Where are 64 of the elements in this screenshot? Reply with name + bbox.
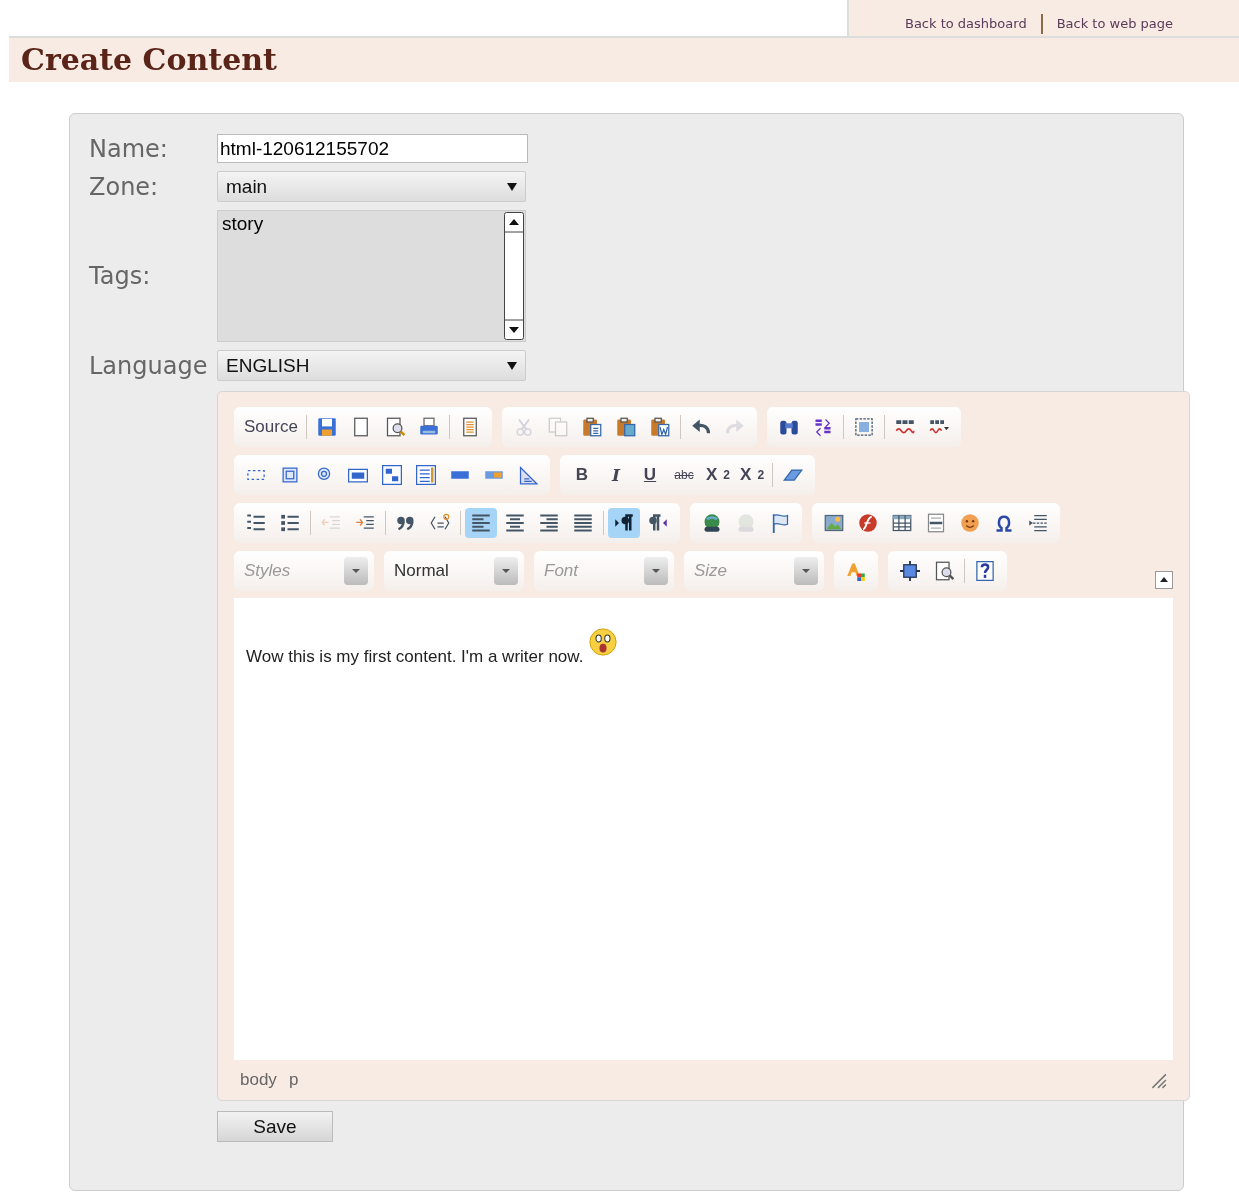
printer-icon (418, 417, 439, 437)
image-icon (824, 513, 844, 533)
bulleted-list-icon (280, 513, 300, 533)
table-icon (892, 513, 912, 533)
bold-button[interactable]: B (566, 460, 598, 490)
surprised-emoji-icon (589, 628, 618, 656)
tags-list[interactable]: story (217, 210, 526, 342)
globe-icon (702, 513, 722, 533)
editor-area[interactable]: Wow this is my first content. I'm a writer now. (234, 598, 1173, 1060)
flash-icon (858, 513, 878, 533)
align-left-button[interactable] (465, 508, 497, 538)
nav-link[interactable]: Back to web page (1040, 14, 1187, 34)
nav-link[interactable]: Back to dashboard (891, 14, 1041, 34)
page-magnifier-icon (384, 417, 405, 437)
strikethrough-button[interactable]: abc (668, 460, 700, 490)
field-label: Zone: (89, 172, 160, 201)
resize-handle-icon[interactable] (1149, 1071, 1167, 1089)
italic-button[interactable]: I (600, 460, 632, 490)
save-button[interactable]: Save (217, 1111, 333, 1142)
help-icon (975, 561, 995, 581)
field-label: Tags: (89, 262, 152, 290)
tag-option[interactable]: story (218, 211, 268, 239)
scrollbar[interactable] (504, 212, 524, 340)
copy-icon (547, 417, 568, 437)
collapse-toolbar-button[interactable] (1155, 571, 1173, 589)
flag-icon (770, 513, 790, 533)
underline-button[interactable]: U (634, 460, 666, 490)
content-text: Wow this is my first content. I'm a writer now. (246, 647, 584, 666)
numbered-list-icon (246, 513, 266, 533)
text-area-icon (382, 465, 402, 485)
page-magnifier-icon (934, 561, 954, 581)
align-right-icon (539, 513, 559, 533)
div-icon (430, 513, 450, 533)
field-label: Name: (89, 134, 169, 163)
selection-icon (853, 417, 874, 437)
format-dropdown[interactable]: Normal (384, 551, 524, 591)
dropdown-arrow-icon (507, 361, 517, 370)
page-title: Create Content (20, 41, 277, 79)
zone-dropdown[interactable]: main (217, 171, 526, 202)
clipboard-icon (615, 417, 636, 437)
dropdown-arrow-icon (507, 182, 517, 191)
maximize-icon (900, 561, 920, 581)
text-color-icon (846, 561, 866, 581)
clipboard-icon (649, 417, 670, 437)
left-to-right-button[interactable] (608, 508, 640, 538)
element-path-link[interactable]: p (288, 1070, 299, 1090)
paragraph-direction-icon (614, 513, 634, 533)
hidden-field-icon (518, 465, 538, 485)
nested-square-icon (280, 465, 300, 485)
justify-icon (573, 513, 593, 533)
omega-icon (994, 513, 1014, 533)
name-field[interactable]: html-120612155702 (217, 134, 528, 163)
clipboard-icon (581, 417, 602, 437)
element-path-link[interactable]: body (240, 1070, 277, 1090)
smiley-icon (960, 513, 980, 533)
source-button[interactable]: Source (240, 412, 302, 442)
globe-icon (736, 513, 756, 533)
field-label: Language (89, 351, 209, 380)
paragraph-direction-icon (648, 513, 668, 533)
align-center-icon (505, 513, 525, 533)
list-icon (416, 465, 436, 485)
language-dropdown[interactable]: ENGLISH (217, 350, 526, 381)
page-break-icon (1028, 513, 1048, 533)
align-left-icon (471, 513, 491, 533)
